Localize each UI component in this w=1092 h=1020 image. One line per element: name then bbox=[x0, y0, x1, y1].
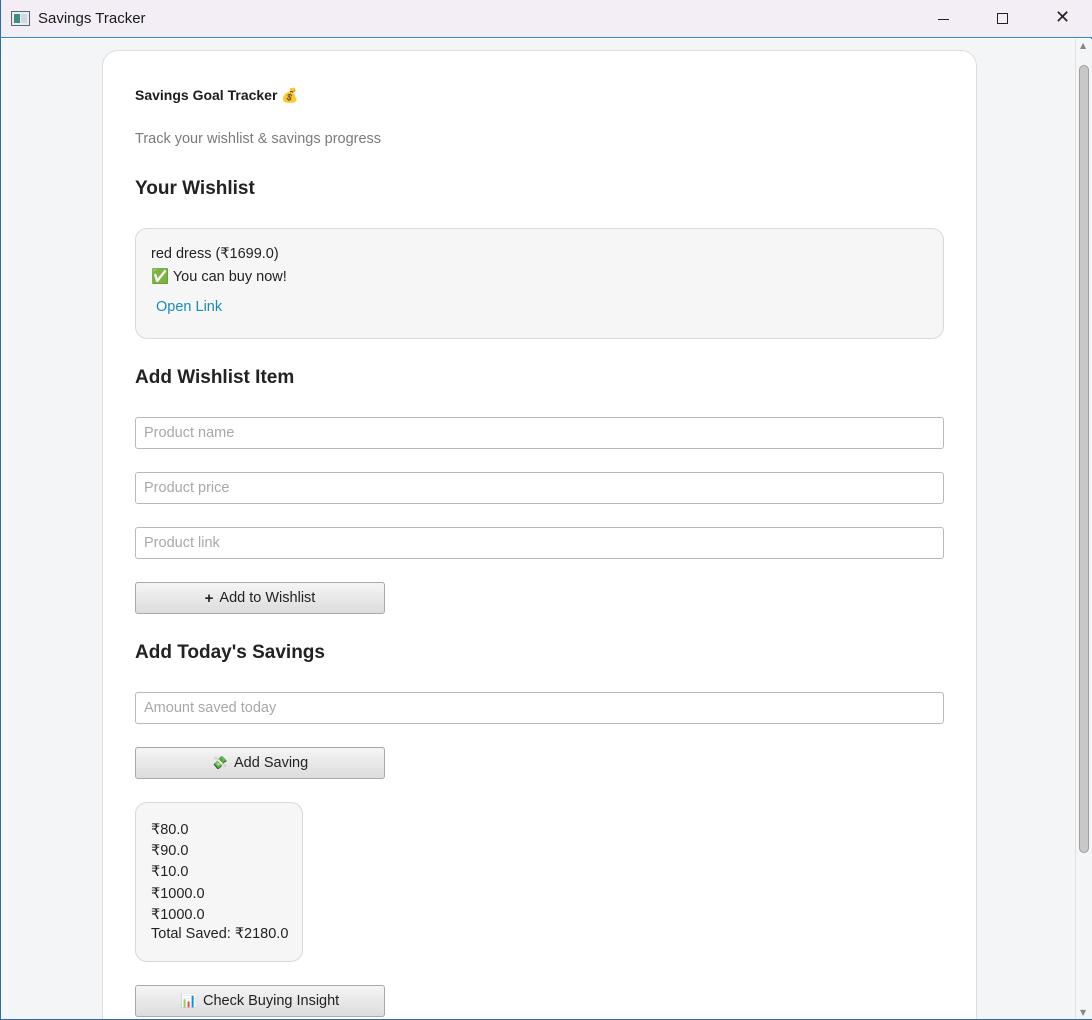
chart-icon: 📊 bbox=[180, 993, 197, 1008]
add-to-wishlist-button[interactable]: + Add to Wishlist bbox=[135, 582, 385, 614]
wishlist-item-label: red dress (₹1699.0) bbox=[151, 246, 279, 262]
plus-icon: + bbox=[204, 589, 214, 607]
wishlist-title: Your Wishlist bbox=[135, 178, 255, 199]
savings-entry: ₹90.0 bbox=[151, 843, 189, 860]
add-saving-label: Add Saving bbox=[234, 755, 309, 771]
app-icon bbox=[11, 11, 30, 26]
maximize-button[interactable] bbox=[974, 0, 1032, 38]
main-card: Savings Goal Tracker 💰 Track your wishli… bbox=[102, 50, 977, 1019]
money-icon: 💸 bbox=[211, 755, 228, 770]
scroll-up-icon[interactable]: ▲ bbox=[1080, 41, 1086, 50]
add-savings-title: Add Today's Savings bbox=[135, 642, 325, 663]
savings-entry: ₹1000.0 bbox=[151, 906, 205, 923]
scroll-down-icon[interactable]: ▼ bbox=[1080, 1008, 1086, 1017]
total-saved: Total Saved: ₹2180.0 bbox=[151, 926, 289, 942]
savings-entry: ₹80.0 bbox=[151, 822, 189, 838]
minimize-icon bbox=[938, 19, 949, 20]
savings-entry: ₹1000.0 bbox=[151, 885, 205, 902]
vertical-scrollbar[interactable]: ▲ ▼ bbox=[1075, 39, 1092, 1019]
amount-saved-input[interactable] bbox=[135, 692, 944, 724]
add-wishlist-title: Add Wishlist Item bbox=[135, 367, 295, 388]
minimize-button[interactable] bbox=[914, 0, 972, 38]
title-bar[interactable]: Savings Tracker ✕ bbox=[1, 0, 1092, 38]
check-buying-insight-label: Check Buying Insight bbox=[202, 993, 340, 1009]
check-buying-insight-button[interactable]: 📊 Check Buying Insight bbox=[135, 985, 385, 1017]
wishlist-box: red dress (₹1699.0) ✅ You can buy now! O… bbox=[135, 228, 944, 339]
wishlist-item-status: ✅ You can buy now! bbox=[151, 269, 287, 285]
product-price-input[interactable] bbox=[135, 472, 944, 504]
scroll-thumb[interactable] bbox=[1079, 65, 1089, 853]
close-icon: ✕ bbox=[1055, 7, 1071, 28]
maximize-icon bbox=[997, 13, 1008, 24]
app-heading: Savings Goal Tracker 💰 bbox=[135, 87, 299, 103]
product-name-input[interactable] bbox=[135, 417, 944, 449]
content-area: Savings Goal Tracker 💰 Track your wishli… bbox=[2, 39, 1075, 1019]
product-link-input[interactable] bbox=[135, 527, 944, 559]
add-saving-button[interactable]: 💸 Add Saving bbox=[135, 747, 385, 779]
savings-box: ₹80.0 ₹90.0 ₹10.0 ₹1000.0 ₹1000.0 Total … bbox=[135, 802, 303, 962]
window-title: Savings Tracker bbox=[38, 10, 146, 27]
savings-list: ₹80.0 ₹90.0 ₹10.0 ₹1000.0 ₹1000.0 bbox=[151, 820, 205, 926]
savings-entry: ₹10.0 bbox=[151, 864, 189, 881]
add-to-wishlist-label: Add to Wishlist bbox=[219, 590, 316, 606]
app-window: Savings Tracker ✕ Savings Goal Tracker 💰… bbox=[0, 0, 1092, 1020]
close-button[interactable]: ✕ bbox=[1033, 0, 1091, 38]
app-subtitle: Track your wishlist & savings progress bbox=[135, 131, 382, 147]
open-link[interactable]: Open Link bbox=[156, 299, 222, 315]
